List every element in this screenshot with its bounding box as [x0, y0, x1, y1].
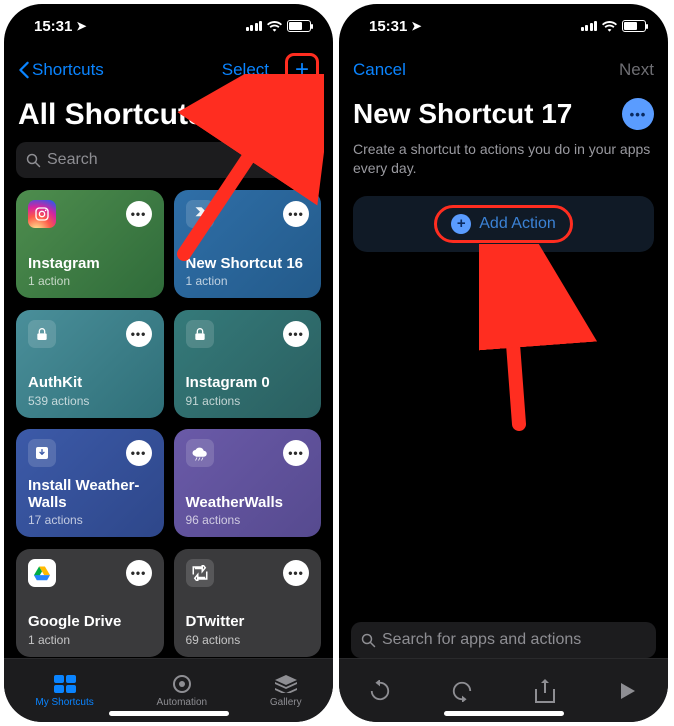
tile-sub: 1 action	[186, 274, 310, 288]
google-drive-icon	[28, 559, 56, 587]
instagram-icon	[28, 200, 56, 228]
battery-icon	[622, 20, 646, 32]
shortcut-tile[interactable]: ••• Instagram 0 91 actions	[174, 310, 322, 418]
shortcut-tile[interactable]: ••• DTwitter 69 actions	[174, 549, 322, 657]
shortcut-tile[interactable]: ••• Google Drive 1 action	[16, 549, 164, 657]
annotation-highlight: + Add Action	[434, 205, 573, 243]
tile-name: Install Weather-Walls	[28, 477, 152, 512]
search-icon	[361, 633, 376, 648]
cancel-button[interactable]: Cancel	[353, 60, 406, 80]
lock-icon	[28, 320, 56, 348]
tile-sub: 91 actions	[186, 394, 310, 408]
redo-button[interactable]	[443, 676, 481, 706]
signal-icon	[581, 21, 598, 31]
nav-bar: Shortcuts Select +	[4, 48, 333, 92]
tile-name: Instagram	[28, 255, 152, 272]
home-indicator	[444, 711, 564, 716]
tile-name: DTwitter	[186, 613, 310, 630]
shortcut-tile[interactable]: ••• WeatherWalls 96 actions	[174, 429, 322, 537]
tile-name: AuthKit	[28, 374, 152, 391]
phone-right: 15:31 ➤ Cancel Next New Shortcut 17 ••• …	[339, 4, 668, 722]
tab-my-shortcuts[interactable]: My Shortcuts	[35, 674, 93, 708]
download-icon	[28, 439, 56, 467]
more-icon[interactable]: •••	[126, 440, 152, 466]
tab-label: My Shortcuts	[35, 697, 93, 708]
tab-bar: My Shortcuts Automation Gallery	[4, 658, 333, 722]
select-button[interactable]: Select	[222, 60, 269, 80]
lock-icon	[186, 320, 214, 348]
location-icon: ➤	[76, 19, 86, 33]
tile-sub: 1 action	[28, 633, 152, 647]
tile-sub: 1 action	[28, 274, 152, 288]
action-search-input[interactable]: Search for apps and actions	[351, 622, 656, 658]
tile-name: Instagram 0	[186, 374, 310, 391]
more-icon[interactable]: •••	[283, 201, 309, 227]
plus-icon: +	[295, 58, 309, 82]
add-action-label: Add Action	[479, 215, 556, 233]
retweet-icon	[186, 559, 214, 587]
more-icon[interactable]: •••	[283, 321, 309, 347]
search-placeholder: Search	[47, 151, 98, 169]
share-button[interactable]	[526, 676, 564, 706]
stack-icon	[274, 674, 298, 694]
shortcuts-grid: ••• Instagram 1 action ••• New Shortcut 1…	[4, 190, 333, 658]
tile-sub: 69 actions	[186, 633, 310, 647]
more-icon[interactable]: •••	[126, 560, 152, 586]
page-subtitle: Create a shortcut to actions you do in y…	[339, 140, 668, 196]
cloud-icon	[186, 439, 214, 467]
status-time: 15:31	[369, 18, 407, 35]
shortcut-tile[interactable]: ••• Instagram 1 action	[16, 190, 164, 298]
search-icon	[26, 153, 41, 168]
back-button[interactable]: Shortcuts	[18, 60, 104, 80]
phone-left: 15:31 ➤ Shortcuts Select + All Shortcuts…	[4, 4, 333, 722]
options-button[interactable]: •••	[622, 98, 654, 130]
more-icon[interactable]: •••	[283, 560, 309, 586]
grid-icon	[53, 674, 77, 694]
nav-bar: Cancel Next	[339, 48, 668, 92]
page-title: All Shortcuts	[4, 92, 333, 142]
shortcut-tile[interactable]: ••• AuthKit 539 actions	[16, 310, 164, 418]
tab-gallery[interactable]: Gallery	[270, 674, 302, 708]
tile-sub: 96 actions	[186, 513, 310, 527]
wifi-icon	[267, 20, 282, 32]
tile-sub: 539 actions	[28, 394, 152, 408]
tile-name: WeatherWalls	[186, 494, 310, 511]
shortcut-tile[interactable]: ••• Install Weather-Walls17 actions	[16, 429, 164, 537]
tile-name: Google Drive	[28, 613, 152, 630]
location-icon: ➤	[411, 19, 421, 33]
next-button[interactable]: Next	[619, 60, 654, 80]
status-time: 15:31	[34, 18, 72, 35]
tab-automation[interactable]: Automation	[157, 674, 208, 708]
clock-icon	[170, 674, 194, 694]
status-bar: 15:31 ➤	[4, 4, 333, 48]
shortcut-tile[interactable]: ••• New Shortcut 16 1 action	[174, 190, 322, 298]
more-icon[interactable]: •••	[126, 321, 152, 347]
signal-icon	[246, 21, 263, 31]
tile-name: New Shortcut 16	[186, 255, 310, 272]
more-icon[interactable]: •••	[283, 440, 309, 466]
search-input[interactable]: Search	[16, 142, 321, 178]
wifi-icon	[602, 20, 617, 32]
tab-label: Gallery	[270, 697, 302, 708]
home-indicator	[109, 711, 229, 716]
plus-circle-icon: +	[451, 214, 471, 234]
battery-icon	[287, 20, 311, 32]
tab-label: Automation	[157, 697, 208, 708]
search-placeholder: Search for apps and actions	[382, 631, 581, 649]
more-icon[interactable]: •••	[126, 201, 152, 227]
status-bar: 15:31 ➤	[339, 4, 668, 48]
add-shortcut-button[interactable]: +	[285, 53, 319, 87]
toolbar	[339, 658, 668, 722]
add-action-button[interactable]: + Add Action	[353, 196, 654, 252]
chevron-left-icon	[18, 61, 30, 79]
page-title: New Shortcut 17	[353, 98, 572, 130]
tile-sub: 17 actions	[28, 513, 152, 527]
play-button[interactable]	[608, 676, 646, 706]
undo-button[interactable]	[361, 676, 399, 706]
back-label: Shortcuts	[32, 60, 104, 80]
shortcut-icon	[186, 200, 214, 228]
